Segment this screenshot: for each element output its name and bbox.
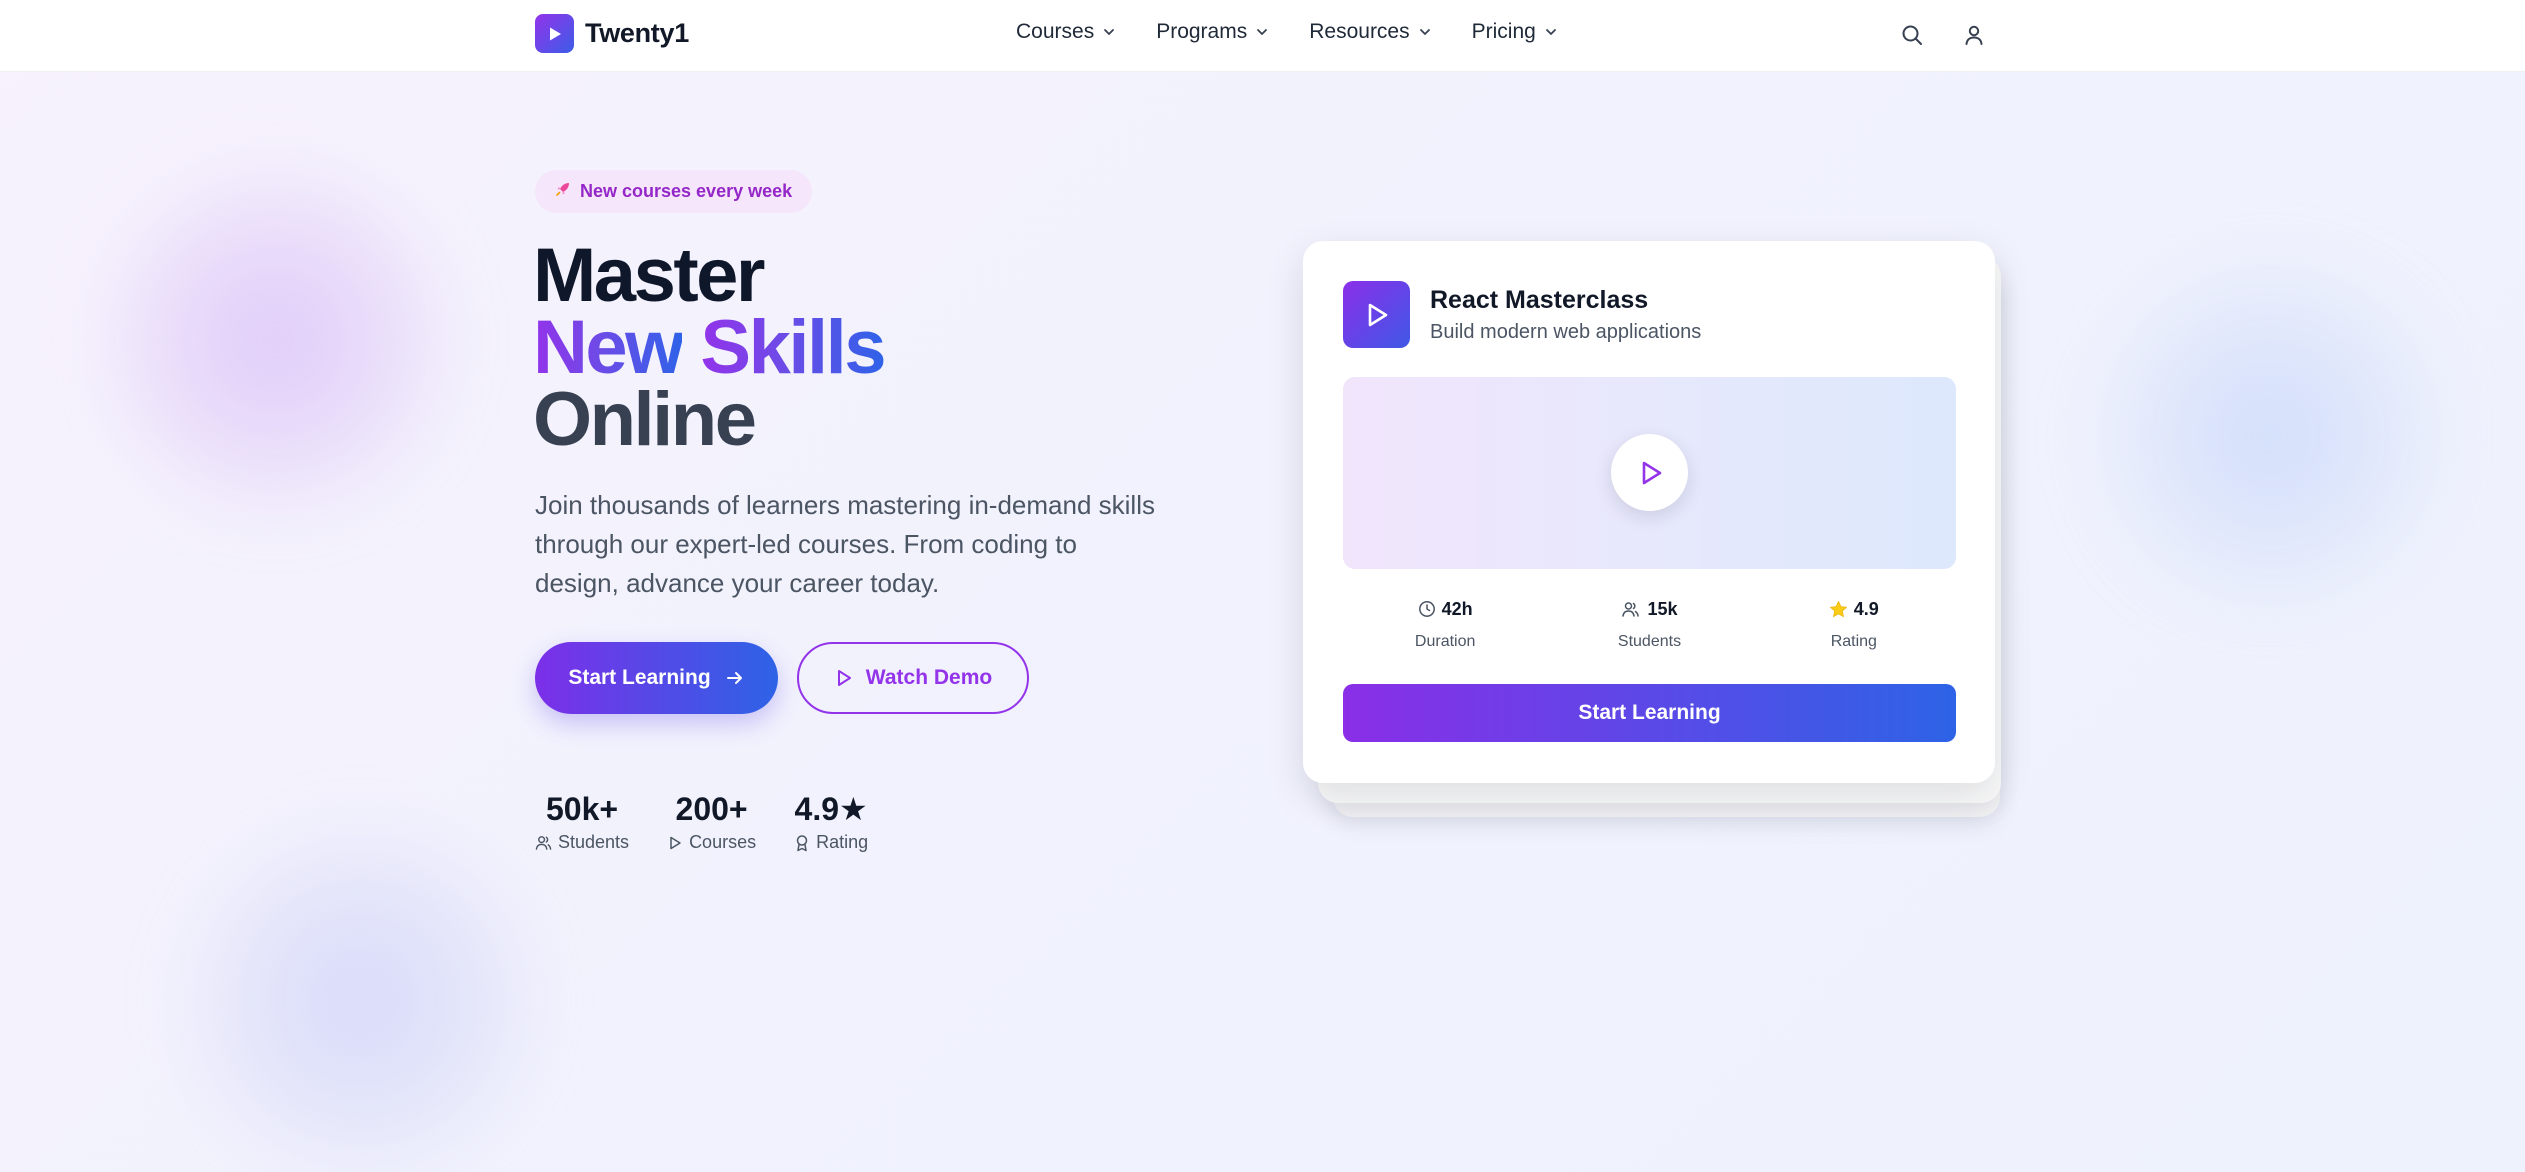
rocket-icon <box>555 181 571 202</box>
video-preview[interactable] <box>1343 377 1956 569</box>
clock-icon <box>1418 601 1435 617</box>
stat-label: Courses <box>667 832 756 853</box>
hero-headline: Master New Skills Online <box>533 233 886 462</box>
video-play-button[interactable] <box>1611 434 1688 511</box>
announcement-badge: New courses every week <box>535 170 813 213</box>
arrow-right-icon <box>726 672 742 684</box>
button-label: Watch Demo <box>865 666 993 689</box>
hero-description: Join thousands of learners mastering in-… <box>535 490 1155 598</box>
hero-stats: 50k+ Students 200+ Courses 4.9★ Rating <box>535 790 868 853</box>
nav-item-pricing[interactable]: Pricing <box>1472 20 1558 44</box>
course-metrics: 42h Duration 15k Students 4.9 Rating <box>1343 597 1956 651</box>
nav-item-label: Pricing <box>1471 20 1536 43</box>
stat-courses: 200+ Courses <box>667 790 756 853</box>
button-label: Start Learning <box>568 666 711 689</box>
background-blob <box>95 160 455 520</box>
headline-line-1: Master <box>533 233 765 318</box>
nav-item-label: Programs <box>1156 20 1248 43</box>
headline-line-2: New Skills <box>533 310 886 386</box>
metric-value-row: 4.9 <box>1829 597 1879 621</box>
stat-value: 4.9★ <box>794 791 868 827</box>
nav-item-label: Resources <box>1309 20 1410 43</box>
stat-label: Rating <box>794 832 868 853</box>
award-icon <box>796 834 808 851</box>
metric-value-row: 15k <box>1621 597 1678 621</box>
metric-rating: 4.9 Rating <box>1752 597 1956 651</box>
search-button[interactable] <box>1897 20 1927 50</box>
main-nav: Courses Programs Resources Pricing <box>1016 20 1558 44</box>
stat-value: 50k+ <box>545 791 619 827</box>
stat-label-text: Students <box>558 832 630 852</box>
nav-item-label: Courses <box>1016 20 1095 43</box>
metric-label: Students <box>1617 633 1682 650</box>
stat-label-text: Rating <box>816 832 869 852</box>
stat-rating: 4.9★ Rating <box>794 790 869 853</box>
headline-line-3: Online <box>533 377 757 462</box>
navbar: Twenty1 Courses Programs Resources Prici… <box>0 0 2525 72</box>
stat-value: 200+ <box>675 791 748 827</box>
stat-students: 50k+ Students <box>535 790 629 853</box>
play-icon <box>535 14 574 53</box>
chevron-down-icon <box>1104 29 1115 35</box>
metric-value: 15k <box>1647 598 1678 619</box>
nav-item-resources[interactable]: Resources <box>1309 20 1431 44</box>
star-icon <box>1829 600 1847 617</box>
start-learning-button[interactable]: Start Learning <box>535 642 778 714</box>
search-icon <box>1902 25 1922 45</box>
background-blob <box>2090 255 2450 615</box>
play-icon <box>670 836 681 849</box>
brand-name: Twenty1 <box>585 18 689 48</box>
metric-value: 42h <box>1441 598 1473 619</box>
metric-label: Duration <box>1414 633 1476 650</box>
course-card-text: React Masterclass Build modern web appli… <box>1430 286 1701 344</box>
nav-tools <box>1897 20 1989 50</box>
account-button[interactable] <box>1959 20 1989 50</box>
chevron-down-icon <box>1545 29 1556 35</box>
course-subtitle: Build modern web applications <box>1430 320 1702 343</box>
user-icon <box>1965 25 1983 45</box>
chevron-down-icon <box>1419 29 1430 35</box>
course-title: React Masterclass <box>1430 285 1649 314</box>
play-icon <box>1642 461 1661 484</box>
play-icon <box>837 670 851 686</box>
course-card-header: React Masterclass Build modern web appli… <box>1343 281 1701 348</box>
metric-label: Rating <box>1830 633 1877 650</box>
brand-logo[interactable]: Twenty1 <box>535 14 689 53</box>
background-blob <box>180 820 540 1172</box>
metric-value-row: 42h <box>1418 597 1473 621</box>
nav-item-courses[interactable]: Courses <box>1016 20 1116 44</box>
users-icon <box>1622 602 1640 617</box>
users-icon <box>535 836 552 850</box>
metric-students: 15k Students <box>1547 597 1751 651</box>
metric-duration: 42h Duration <box>1343 597 1547 651</box>
stat-label-text: Courses <box>689 832 757 852</box>
badge-text: New courses every week <box>580 181 793 201</box>
watch-demo-button[interactable]: Watch Demo <box>797 642 1029 714</box>
nav-item-programs[interactable]: Programs <box>1156 20 1269 44</box>
chevron-down-icon <box>1257 29 1268 35</box>
stat-label: Students <box>535 832 629 853</box>
course-start-learning-button[interactable]: Start Learning <box>1343 684 1956 742</box>
metric-value: 4.9 <box>1853 598 1879 619</box>
course-card: React Masterclass Build modern web appli… <box>1303 241 1995 783</box>
play-icon <box>1343 281 1410 348</box>
